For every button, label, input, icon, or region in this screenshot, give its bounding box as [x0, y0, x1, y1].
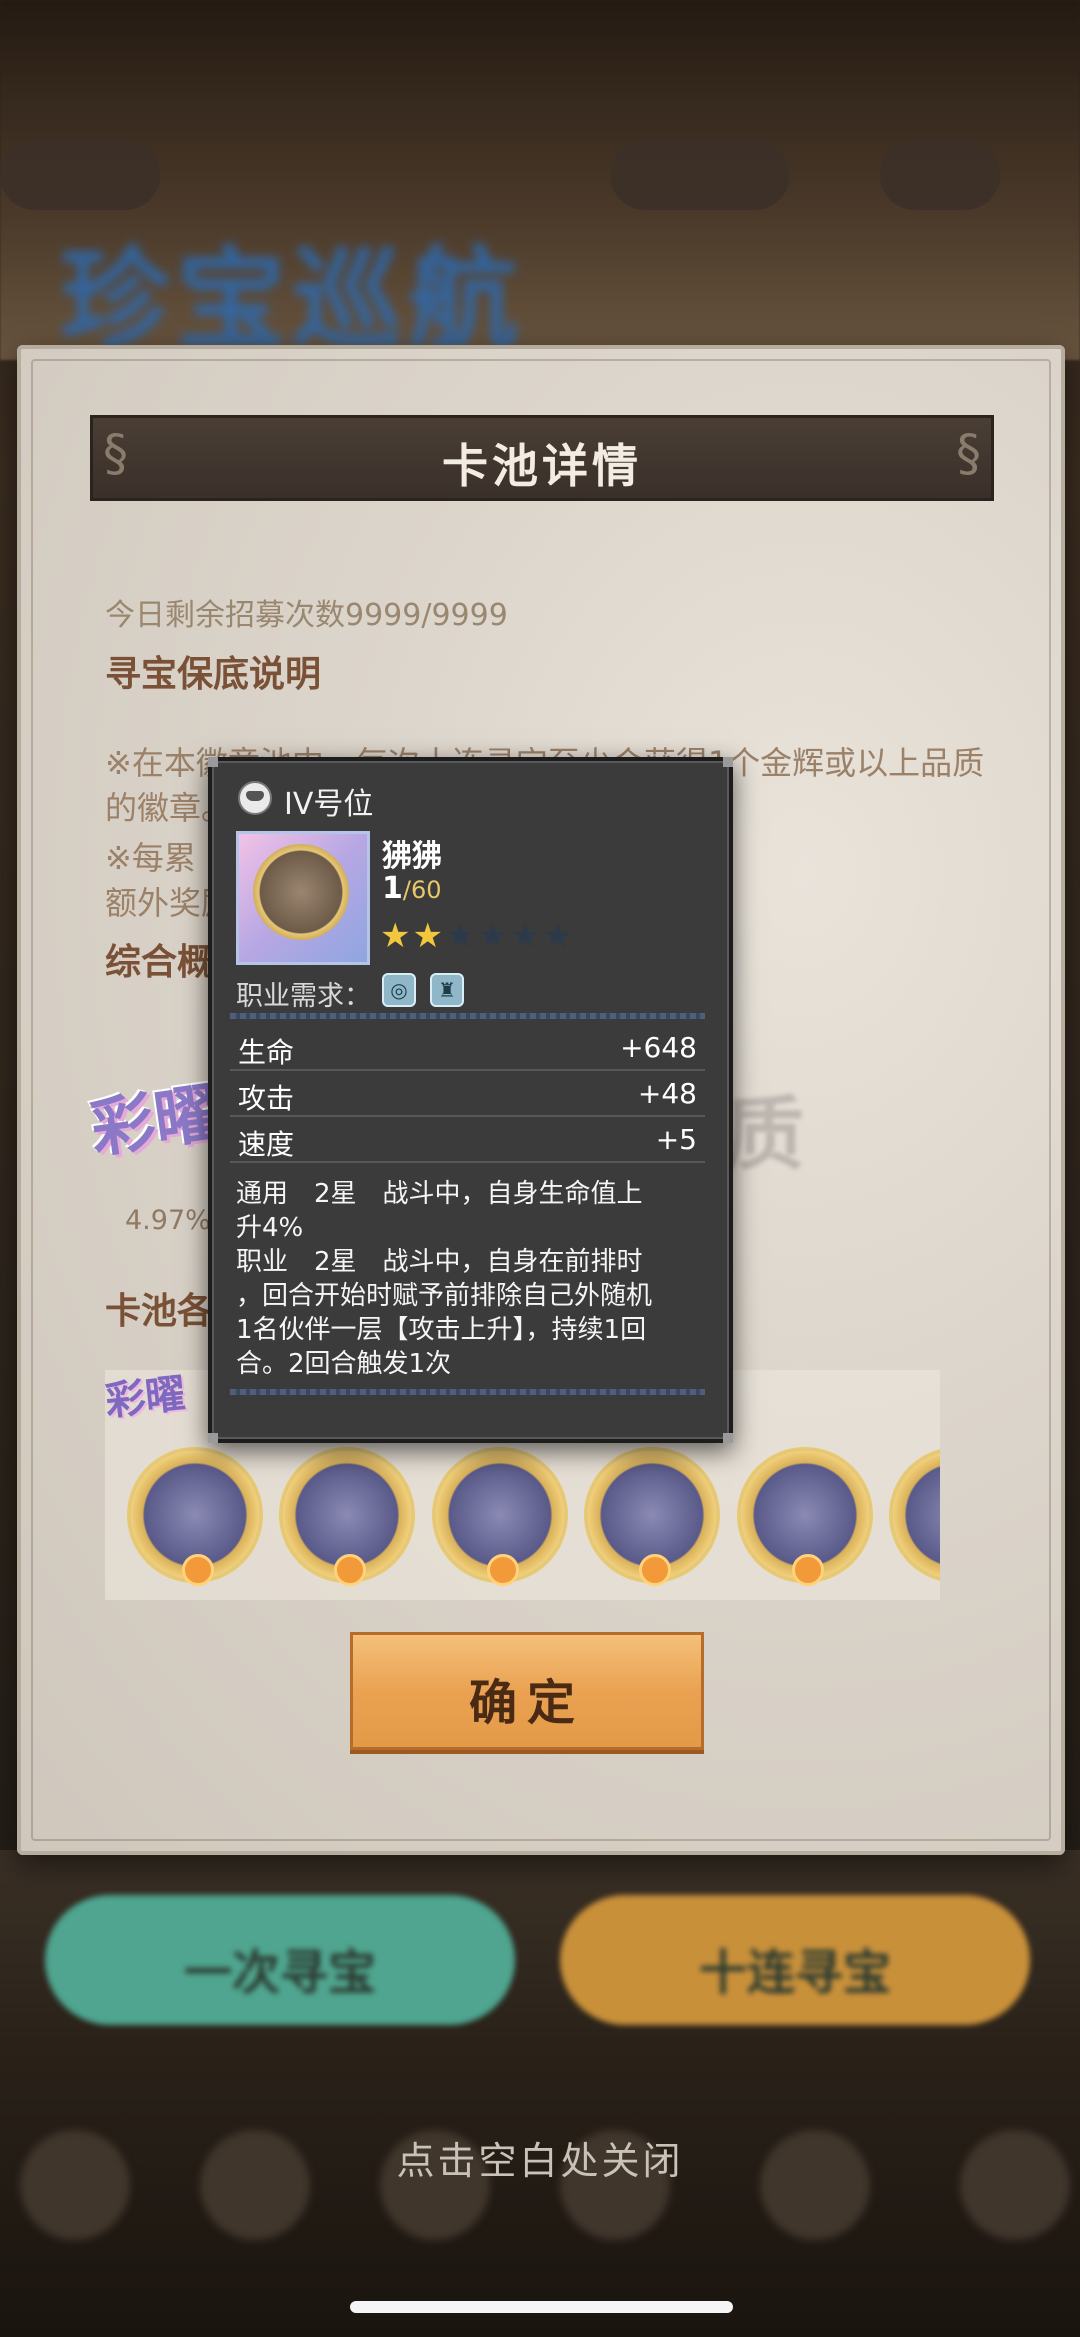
rarity-caiyao-label: 彩曜: [86, 1076, 224, 1168]
effect-line: ，回合开始时赋予前排除自己外随机: [236, 1281, 653, 1311]
badge-item[interactable]: [587, 1450, 717, 1586]
badge-portrait: [236, 831, 370, 965]
star-filled-icon: ★: [412, 916, 443, 956]
badge-level: 1/60: [382, 871, 442, 906]
star-rating: ★★★★★★: [380, 916, 575, 956]
badge-name: 狒狒: [382, 839, 442, 874]
currency-pill-2: [880, 140, 1000, 210]
badge-item[interactable]: [740, 1450, 870, 1586]
effect-line: 职业 2星 战斗中，自身在前排时: [236, 1247, 643, 1277]
divider: [230, 1389, 705, 1395]
position-icon: [238, 781, 272, 815]
panel-title: 卡池详情: [442, 439, 642, 493]
back-pill: [0, 140, 160, 210]
pool-heading: 卡池各: [105, 1291, 214, 1332]
ten-draw-button: 十连寻宝: [560, 1895, 1030, 2025]
badge-item[interactable]: [435, 1450, 565, 1586]
guarantee-line: ※每累: [105, 839, 196, 877]
position-label: IV号位: [284, 787, 374, 822]
class-icon: ♜: [430, 973, 464, 1007]
badge-item[interactable]: [892, 1450, 940, 1580]
badge-tooltip: IV号位 狒狒 1/60 ★★★★★★ 职业需求： ◎ ♜ 生命 +648 攻击 +…: [208, 757, 733, 1443]
star-empty-icon: ★: [509, 916, 541, 956]
currency-pill: [610, 140, 790, 210]
star-empty-icon: ★: [444, 916, 476, 956]
stat-row: 攻击 +48: [230, 1071, 705, 1117]
effect-line: 升4%: [236, 1213, 304, 1243]
confirm-button-label: 确定: [468, 1675, 585, 1731]
caiyao-rate: 4.97%: [125, 1205, 211, 1236]
star-empty-icon: ★: [542, 916, 573, 956]
remaining-count: 今日剩余招募次数9999/9999: [105, 598, 508, 633]
requirement-label: 职业需求：: [236, 981, 371, 1012]
guarantee-heading: 寻宝保底说明: [105, 654, 322, 695]
effect-line: 1名伙伴一层【攻击上升】，持续1回: [236, 1315, 647, 1345]
stat-row: 生命 +648: [230, 1025, 705, 1071]
star-empty-icon: ★: [477, 916, 508, 956]
pool-rarity-label: 彩曜: [103, 1370, 188, 1426]
divider: [230, 1013, 705, 1019]
badge-item[interactable]: [130, 1450, 260, 1586]
close-hint[interactable]: 点击空白处关闭: [0, 2130, 1080, 2185]
confirm-button[interactable]: 确定: [350, 1632, 704, 1750]
star-filled-icon: ★: [380, 916, 411, 956]
effect-line: 合。2回合触发1次: [236, 1349, 452, 1379]
class-icon: ◎: [382, 973, 416, 1007]
home-indicator[interactable]: [350, 2301, 733, 2313]
badge-item[interactable]: [282, 1450, 412, 1586]
effect-line: 通用 2星 战斗中，自身生命值上: [236, 1179, 643, 1209]
panel-title-bar: 卡池详情: [90, 415, 994, 501]
stat-row: 速度 +5: [230, 1117, 705, 1163]
single-draw-button: 一次寻宝: [45, 1895, 515, 2025]
